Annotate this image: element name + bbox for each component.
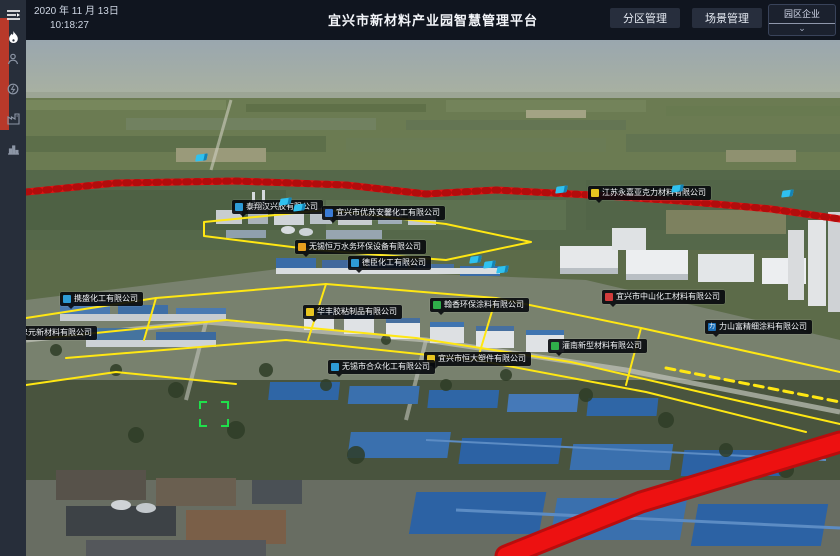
flame-icon[interactable]	[0, 26, 26, 48]
company-label-text: 华丰胶粘制品有限公司	[317, 308, 397, 316]
company-logo-icon	[605, 293, 613, 301]
scene-manage-button[interactable]: 场景管理	[692, 8, 762, 28]
power-icon[interactable]	[0, 78, 26, 100]
company-logo-icon	[351, 259, 359, 267]
company-label[interactable]: 宜兴市优苏安馨化工有限公司	[322, 206, 445, 220]
park-enterprise-dropdown[interactable]: 园区企业 ⌄	[768, 4, 836, 36]
truck-icon[interactable]	[555, 185, 568, 193]
dropdown-label: 园区企业	[769, 5, 835, 24]
company-label[interactable]: 泰翔汉兴胶有限公司	[232, 200, 323, 214]
factory-icon[interactable]	[0, 108, 26, 130]
company-logo-icon	[433, 301, 441, 309]
company-logo-icon	[591, 189, 599, 197]
company-logo-icon	[551, 342, 559, 350]
company-label[interactable]: 宜兴市恒大塑件有限公司	[424, 352, 531, 366]
company-label[interactable]: 无锡恒万水务环保设备有限公司	[295, 240, 426, 254]
company-label[interactable]: 翰香环保涂料有限公司	[430, 298, 529, 312]
truck-icon[interactable]	[195, 153, 208, 161]
company-label-text: 德臣化工有限公司	[362, 259, 426, 267]
company-label[interactable]: 灌南新型材料有限公司	[548, 339, 647, 353]
truck-icon[interactable]	[496, 265, 509, 273]
sidebar	[0, 0, 26, 556]
map-label-layer: 泰翔汉兴胶有限公司宜兴市优苏安馨化工有限公司无锡恒万水务环保设备有限公司德臣化工…	[26, 40, 840, 556]
company-label-text: 宜兴市优苏安馨化工有限公司	[336, 209, 440, 217]
company-label-text: 翰香环保涂料有限公司	[444, 301, 524, 309]
company-label-text: 江苏永嘉亚克力材料有限公司	[602, 189, 706, 197]
bar-chart-icon[interactable]	[0, 138, 26, 160]
company-label-text: 宜兴市中山化工材料有限公司	[616, 293, 720, 301]
company-logo-icon	[235, 203, 243, 211]
company-label-text: 宜兴市恒大塑件有限公司	[438, 355, 526, 363]
map-3d-view[interactable]: 泰翔汉兴胶有限公司宜兴市优苏安馨化工有限公司无锡恒万水务环保设备有限公司德臣化工…	[26, 40, 840, 556]
company-label[interactable]: 兴达忠元新材料有限公司	[26, 326, 97, 340]
top-bar: 2020 年 11 月 13日 10:18:27 宜兴市新材料产业园智慧管理平台…	[26, 0, 840, 40]
zone-manage-button[interactable]: 分区管理	[610, 8, 680, 28]
company-label-text: 携盛化工有限公司	[74, 295, 138, 303]
company-label[interactable]: 宜兴市中山化工材料有限公司	[602, 290, 725, 304]
smart-park-platform: 2020 年 11 月 13日 10:18:27 宜兴市新材料产业园智慧管理平台…	[0, 0, 840, 556]
company-label-text: 灌南新型材料有限公司	[562, 342, 642, 350]
company-logo-icon: 力	[708, 323, 716, 331]
company-logo-icon	[306, 308, 314, 316]
hamburger-menu-icon[interactable]	[0, 4, 26, 26]
company-logo-icon	[298, 243, 306, 251]
person-icon[interactable]	[0, 48, 26, 70]
truck-icon[interactable]	[483, 260, 496, 268]
company-label[interactable]: 华丰胶粘制品有限公司	[303, 305, 402, 319]
company-label[interactable]: 江苏永嘉亚克力材料有限公司	[588, 186, 711, 200]
truck-icon[interactable]	[781, 189, 794, 197]
chevron-down-icon: ⌄	[769, 24, 835, 35]
company-label-text: 兴达忠元新材料有限公司	[26, 329, 92, 337]
company-logo-icon	[331, 363, 339, 371]
company-label-text: 力山富精细涂料有限公司	[719, 323, 807, 331]
company-label-text: 无锡市合众化工有限公司	[342, 363, 430, 371]
company-label[interactable]: 力力山富精细涂料有限公司	[705, 320, 812, 334]
company-logo-icon	[63, 295, 71, 303]
company-label[interactable]: 德臣化工有限公司	[348, 256, 431, 270]
company-label-text: 无锡恒万水务环保设备有限公司	[309, 243, 421, 251]
company-logo-icon	[325, 209, 333, 217]
truck-icon[interactable]	[469, 255, 482, 263]
company-label[interactable]: 无锡市合众化工有限公司	[328, 360, 435, 374]
company-label[interactable]: 携盛化工有限公司	[60, 292, 143, 306]
